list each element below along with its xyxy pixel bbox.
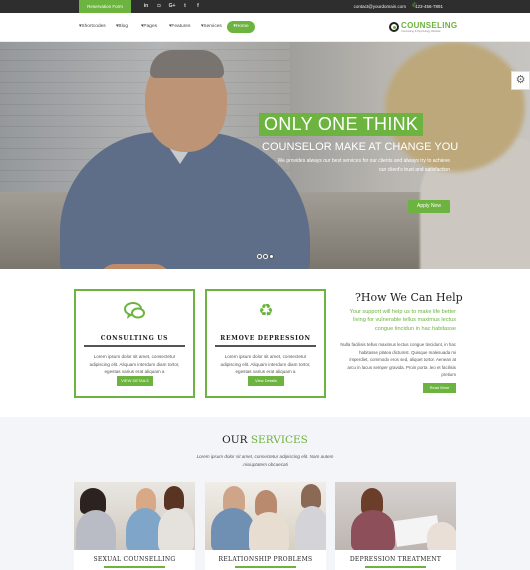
- service-label: SEXUAL COUNSELLING: [93, 556, 176, 563]
- read-more-button[interactable]: Read More: [423, 383, 456, 393]
- nav-label: Features: [171, 24, 191, 29]
- logo-tagline: Counseling & Psychology Website: [401, 30, 441, 33]
- service-image-figure: [351, 510, 395, 550]
- help-body-text: Nulla facilisis tellus maximus lectus co…: [340, 342, 456, 377]
- service-image-figure: [158, 508, 194, 550]
- reservation-form-button[interactable]: Reservation Form: [79, 0, 131, 13]
- hero-title: ONLY ONE THINK: [259, 113, 424, 136]
- feature-card-divider: [215, 345, 316, 347]
- nav-label: Home: [235, 24, 249, 29]
- help-lead-text: Your support will help us to make life b…: [349, 309, 456, 332]
- view-details-button[interactable]: VIEW DETAILS: [117, 376, 153, 386]
- service-card-sexual-counselling[interactable]: SEXUAL COUNSELLING: [74, 482, 195, 570]
- services-title: OUR SERVICES: [0, 434, 530, 446]
- main-header: ▾Shortcodes ▾Blog ▾Pages ▾Features ▾Serv…: [0, 13, 530, 42]
- services-title-dark: OUR: [222, 434, 248, 446]
- slider-dot-1[interactable]: [257, 254, 262, 259]
- nav-item-shortcodes[interactable]: ▾Shortcodes: [79, 21, 106, 33]
- facebook-icon[interactable]: f: [193, 0, 203, 13]
- contact-email[interactable]: contact@yourdomain.com: [354, 0, 406, 13]
- nav-item-home[interactable]: ▾Home: [227, 21, 255, 33]
- service-image: [74, 482, 195, 550]
- nav-label: Pages: [143, 24, 158, 29]
- feature-card-consulting: CONSULTING US Lorem ipsum dolor sit amet…: [74, 289, 195, 398]
- chat-bubbles-icon: [124, 301, 146, 321]
- hero-subtitle: COUNSELOR MAKE AT CHANGE YOU: [262, 141, 459, 153]
- contact-phone[interactable]: 123-456-7891: [415, 0, 443, 13]
- top-bar: Reservation Form in ◘ G+ t f contact@you…: [0, 0, 530, 13]
- recycle-icon: ♻: [258, 301, 274, 320]
- service-card-relationship-problems[interactable]: RELATIONSHIP PROBLEMS: [205, 482, 326, 570]
- service-image-figure: [295, 506, 326, 550]
- service-image-figure: [427, 522, 456, 550]
- logo-icon: [389, 22, 399, 32]
- google-plus-icon[interactable]: G+: [167, 0, 177, 13]
- services-description: Lorem ipsum dolor sit amet, consectetur …: [196, 454, 334, 467]
- services-title-green: SERVICES: [250, 434, 308, 446]
- help-section-title: ?How We Can Help: [355, 291, 463, 304]
- nav-label: Services: [203, 24, 222, 29]
- feature-card-title: REMOVE DEPRESSION: [220, 335, 311, 342]
- nav-item-services[interactable]: ▾Services: [201, 21, 222, 33]
- service-image-figure: [164, 486, 184, 510]
- gear-icon[interactable]: ⚙: [511, 71, 530, 90]
- service-image-figure: [301, 484, 321, 508]
- service-image-figure: [249, 512, 289, 550]
- hero-overlay: [0, 42, 530, 269]
- feature-card-title: CONSULTING US: [100, 335, 169, 342]
- feature-card-divider: [84, 345, 185, 347]
- nav-item-pages[interactable]: ▾Pages: [141, 21, 157, 33]
- nav-label: Blog: [118, 24, 129, 29]
- feature-card-text: Lorem ipsum dolor sit amet, consectetur …: [89, 354, 180, 374]
- hero-slider: [0, 42, 530, 269]
- nav-item-features[interactable]: ▾Features: [169, 21, 190, 33]
- service-label: RELATIONSHIP PROBLEMS: [218, 556, 313, 563]
- service-image: [335, 482, 456, 550]
- service-image-figure: [76, 510, 116, 550]
- service-underline: [235, 566, 296, 568]
- linkedin-icon[interactable]: in: [141, 0, 151, 13]
- service-label: DEPRESSION TREATMENT: [349, 556, 442, 563]
- instagram-icon[interactable]: ◘: [154, 0, 164, 13]
- slider-dot-3[interactable]: [269, 254, 274, 259]
- service-image: [205, 482, 326, 550]
- service-underline: [365, 566, 426, 568]
- nav-label: Shortcodes: [81, 24, 106, 29]
- logo-text: COUNSELING: [401, 21, 457, 30]
- apply-now-button[interactable]: Apply Now: [408, 200, 450, 213]
- hero-description: We provides always our best services for…: [277, 158, 450, 173]
- feature-card-depression: ♻ REMOVE DEPRESSION Lorem ipsum dolor si…: [205, 289, 326, 398]
- feature-card-text: Lorem ipsum dolor sit amet, consectetur …: [220, 354, 311, 374]
- service-card-depression-treatment[interactable]: DEPRESSION TREATMENT: [335, 482, 456, 570]
- slider-dot-2[interactable]: [263, 254, 268, 259]
- twitter-icon[interactable]: t: [180, 0, 190, 13]
- nav-item-blog[interactable]: ▾Blog: [116, 21, 128, 33]
- service-underline: [104, 566, 165, 568]
- logo-text-green: COUNSELING: [401, 21, 458, 30]
- view-details-button[interactable]: View Details: [248, 376, 284, 386]
